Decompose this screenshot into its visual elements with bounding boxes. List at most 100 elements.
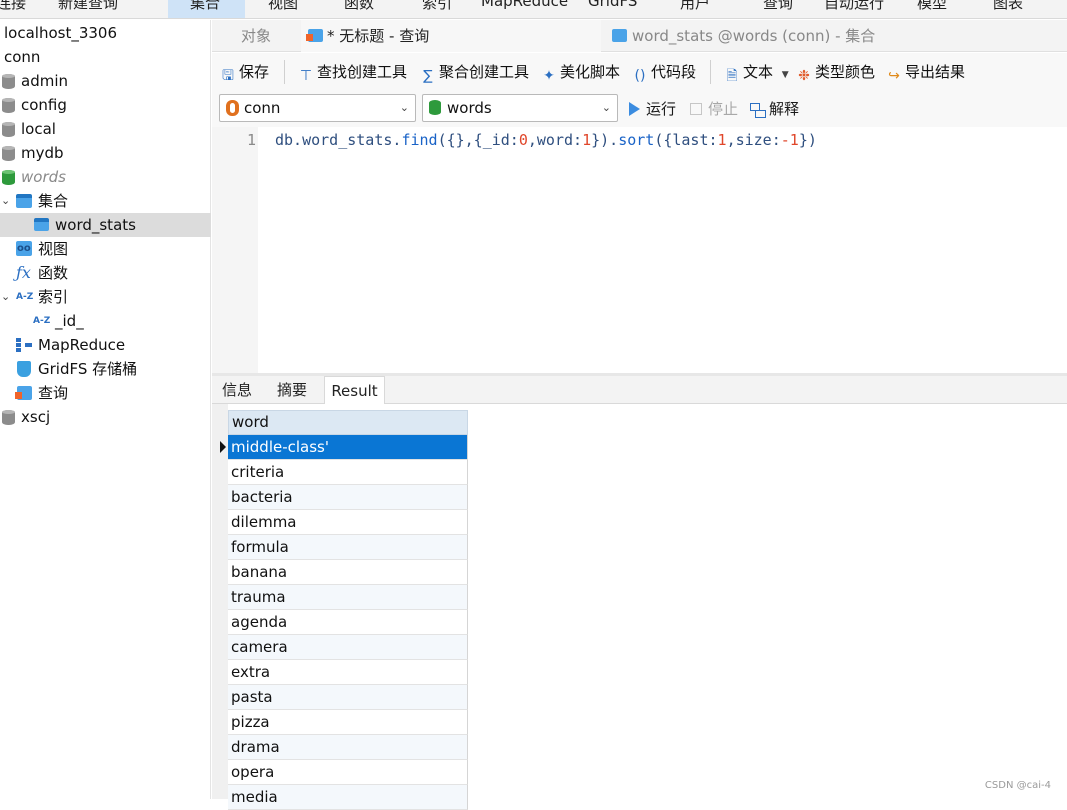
function-icon: ƒx xyxy=(16,263,31,282)
indexes-label: 索引 xyxy=(38,288,69,306)
conn-label: conn xyxy=(4,48,41,66)
table-row[interactable]: criteria xyxy=(228,460,468,485)
database-icon xyxy=(429,100,441,115)
query-editor[interactable]: 1 db.word_stats.find({},{_id:0,word:1}).… xyxy=(212,127,1067,373)
chevron-down-icon[interactable]: ⌄ xyxy=(1,285,10,309)
play-icon xyxy=(629,102,640,116)
collection-icon xyxy=(34,218,49,231)
connection-icon xyxy=(226,100,239,116)
code-line[interactable]: db.word_stats.find({},{_id:0,word:1}).so… xyxy=(275,131,817,149)
row-selector-gutter xyxy=(212,404,228,799)
collection-icon xyxy=(16,194,32,208)
tree-conn[interactable]: conn xyxy=(0,45,211,69)
menu-new-query[interactable]: 新建查询 xyxy=(58,0,118,13)
tab-query[interactable]: * 无标题 - 查询 xyxy=(301,20,601,52)
chevron-down-icon[interactable]: ⌄ xyxy=(1,189,10,213)
find-builder-button[interactable]: ⊤ 查找创建工具 xyxy=(298,61,407,84)
tree-indexes[interactable]: ⌄ A-Z 索引 xyxy=(0,285,211,309)
menu-function[interactable]: 函数 xyxy=(344,0,374,13)
beautify-button[interactable]: ✦ 美化脚本 xyxy=(541,61,620,84)
menu-chart[interactable]: 图表 xyxy=(993,0,1023,13)
tree-db-config[interactable]: config xyxy=(0,93,211,117)
save-icon: 🖫 xyxy=(222,68,234,84)
tree-mapreduce[interactable]: MapReduce xyxy=(0,333,211,357)
database-icon xyxy=(2,122,15,137)
menu-query[interactable]: 查询 xyxy=(763,0,793,13)
connection-select[interactable]: conn ⌄ xyxy=(219,94,416,122)
menu-mapreduce[interactable]: MapReduce xyxy=(481,0,568,10)
tree-db-local[interactable]: local xyxy=(0,117,211,141)
result-tab-bar: 信息 摘要 Result xyxy=(212,376,1067,404)
save-button[interactable]: 🖫 保存 xyxy=(220,61,269,84)
tree-db-mydb[interactable]: mydb xyxy=(0,141,211,165)
explain-button[interactable]: 解释 xyxy=(750,97,799,121)
tab-result[interactable]: Result xyxy=(324,376,385,404)
snippet-button[interactable]: () 代码段 xyxy=(632,61,696,84)
table-row[interactable]: bacteria xyxy=(228,485,468,510)
table-row[interactable]: banana xyxy=(228,560,468,585)
tree-views[interactable]: 视图 xyxy=(0,237,211,261)
stop-button[interactable]: 停止 xyxy=(690,97,738,121)
tree-gridfs[interactable]: GridFS 存储桶 xyxy=(0,357,211,381)
db-label: mydb xyxy=(21,144,64,162)
main-area: 对象 * 无标题 - 查询 word_stats @words (conn) -… xyxy=(212,20,1067,810)
filter-icon: ⊤ xyxy=(299,68,313,84)
views-label: 视图 xyxy=(38,240,69,258)
menu-index[interactable]: 索引 xyxy=(422,0,452,13)
db-label: words xyxy=(21,168,66,186)
mapreduce-label: MapReduce xyxy=(38,336,126,354)
table-row[interactable]: extra xyxy=(228,660,468,685)
tree-queries[interactable]: 查询 xyxy=(0,381,211,405)
table-row[interactable]: dilemma xyxy=(228,510,468,535)
table-row[interactable]: pizza xyxy=(228,710,468,735)
text-mode-button[interactable]: 🗎 文本 ▼ xyxy=(724,61,789,84)
type-color-button[interactable]: ❉ 类型颜色 xyxy=(796,61,875,84)
column-header-word[interactable]: word xyxy=(228,410,468,435)
menu-collection[interactable]: 集合 xyxy=(168,0,245,18)
tree-db-admin[interactable]: admin xyxy=(0,69,211,93)
caret-down-icon: ▼ xyxy=(781,70,789,80)
table-row[interactable]: trauma xyxy=(228,585,468,610)
database-icon xyxy=(2,146,15,161)
view-icon xyxy=(16,241,32,256)
tree-db-words[interactable]: words xyxy=(0,165,211,189)
tree-connection[interactable]: localhost_3306 xyxy=(0,21,211,45)
magic-wand-icon: ✦ xyxy=(543,68,555,84)
tab-info[interactable]: 信息 xyxy=(222,376,252,404)
table-row[interactable]: agenda xyxy=(228,610,468,635)
menu-view[interactable]: 视图 xyxy=(268,0,298,13)
tab-objects[interactable]: 对象 xyxy=(212,20,300,52)
toolbar-divider xyxy=(284,60,285,84)
table-row[interactable]: camera xyxy=(228,635,468,660)
aggregate-builder-button[interactable]: ∑ 聚合创建工具 xyxy=(420,61,529,84)
tree-index-id[interactable]: A-Z _id_ xyxy=(0,309,211,333)
queries-label: 查询 xyxy=(38,384,69,402)
chevron-down-icon: ⌄ xyxy=(601,101,611,114)
menu-model[interactable]: 模型 xyxy=(917,0,947,13)
tree-collection-word-stats[interactable]: word_stats xyxy=(0,213,211,237)
table-row[interactable]: formula xyxy=(228,535,468,560)
tree-functions[interactable]: ƒx 函数 xyxy=(0,261,211,285)
menu-connect[interactable]: 连接 xyxy=(0,0,26,13)
database-select[interactable]: words ⌄ xyxy=(422,94,618,122)
export-result-button[interactable]: ↪ 导出结果 xyxy=(886,61,965,84)
tree-db-xscj[interactable]: xscj xyxy=(0,405,211,429)
table-row[interactable]: pasta xyxy=(228,685,468,710)
menu-bar: 连接 新建查询 集合 视图 函数 索引 MapReduce GridFS 用户 … xyxy=(0,0,1067,19)
tab-summary[interactable]: 摘要 xyxy=(277,376,307,404)
navigation-sidebar: localhost_3306 conn admin config local m… xyxy=(0,20,211,799)
menu-user[interactable]: 用户 xyxy=(680,0,710,13)
table-row[interactable]: middle-class' xyxy=(228,435,468,460)
table-row[interactable]: opera xyxy=(228,760,468,785)
tree-collections[interactable]: ⌄ 集合 xyxy=(0,189,211,213)
collection-icon xyxy=(612,29,627,42)
database-open-icon xyxy=(2,170,15,185)
current-row-marker xyxy=(220,441,226,453)
table-row[interactable]: media xyxy=(228,785,468,810)
table-row[interactable]: drama xyxy=(228,735,468,760)
menu-gridfs[interactable]: GridFS xyxy=(588,0,637,10)
tab-collection[interactable]: word_stats @words (conn) - 集合 xyxy=(608,20,915,52)
menu-automation[interactable]: 自动运行 xyxy=(824,0,884,13)
toolbar-divider xyxy=(710,60,711,84)
run-button[interactable]: 运行 xyxy=(629,97,676,121)
